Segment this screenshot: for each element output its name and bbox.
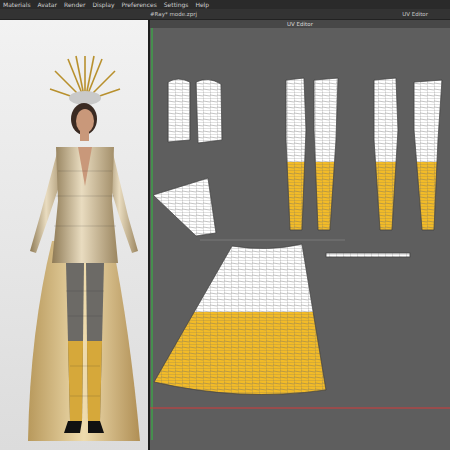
uv-editor-tab[interactable]: UV Editor [402,10,428,19]
panel-header: UV Editor [150,20,450,28]
3d-viewport[interactable] [0,20,148,450]
uv-layout[interactable] [150,28,450,440]
panel-title: UV Editor [287,20,313,28]
menu-item[interactable]: Avatar [38,1,57,9]
avatar-figure[interactable] [0,20,148,450]
file-tab[interactable]: #Ray* mode.zprj [150,10,197,19]
menu-item[interactable]: Render [64,1,85,9]
menu-item[interactable]: Settings [164,1,189,9]
menu-item[interactable]: Display [92,1,114,9]
menu-bar: Materials Avatar Render Display Preferences S… [0,0,450,9]
uv-editor-panel: UV Editor [150,20,450,450]
uv-canvas[interactable] [150,28,450,450]
menu-item[interactable]: Help [195,1,209,9]
menu-item[interactable]: Materials [3,1,31,9]
menu-item[interactable]: Preferences [122,1,157,9]
tab-bar: #Ray* mode.zprj UV Editor [0,9,450,20]
